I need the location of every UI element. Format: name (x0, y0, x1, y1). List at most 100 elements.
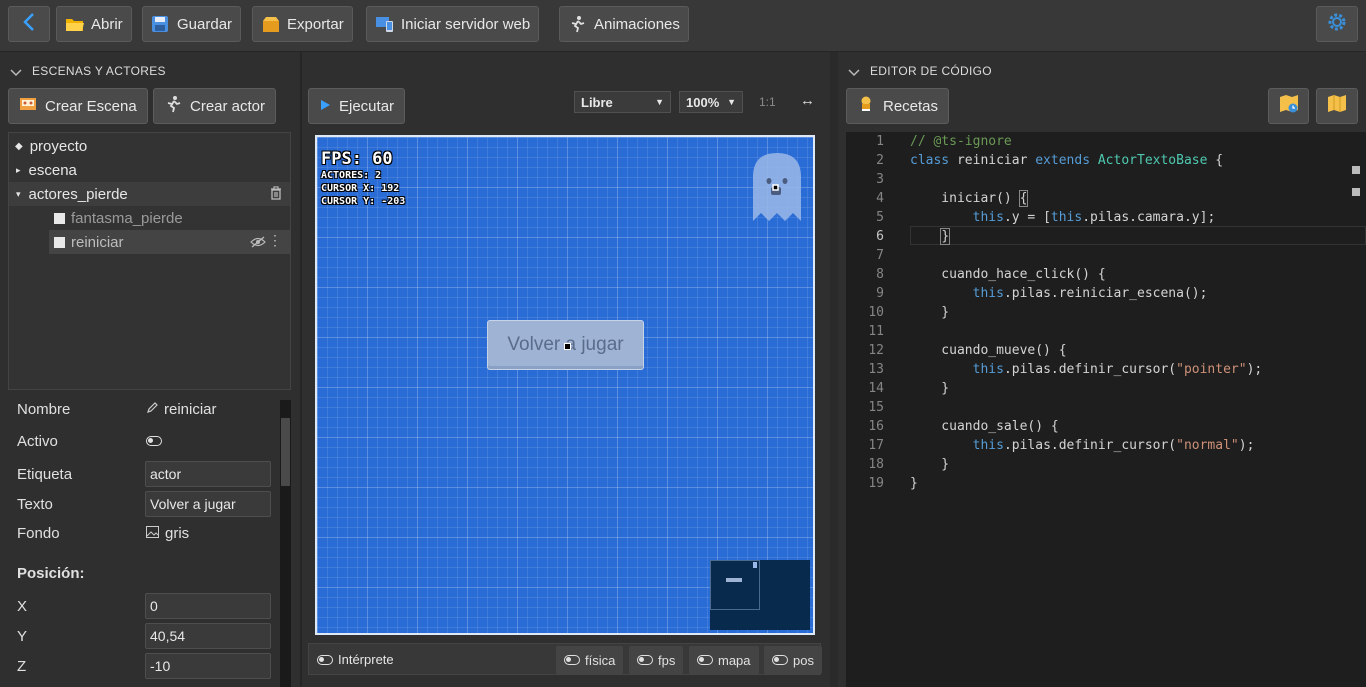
ejecutar-button[interactable]: Ejecutar (308, 88, 406, 124)
toggle-icon (637, 655, 653, 665)
pos-toggle[interactable]: pos (764, 646, 822, 674)
code-line: 9 this.pilas.reiniciar_escena(); (876, 286, 1208, 301)
map-icon (1327, 94, 1347, 118)
x-input[interactable]: 0 (145, 593, 271, 619)
zoom-select[interactable]: 100% ▼ (679, 91, 743, 113)
mapa-toggle[interactable]: mapa (689, 646, 759, 674)
ratio-label[interactable]: 1:1 (759, 95, 776, 109)
cursor-x-readout: CURSOR X: 192 (321, 183, 400, 194)
kebab-menu-icon[interactable]: ⋮ (268, 232, 282, 249)
exportar-button[interactable]: Exportar (252, 6, 353, 42)
tree-item-label: fantasma_pierde (71, 209, 183, 227)
expand-horizontal-icon[interactable]: ↔ (800, 92, 815, 109)
code-line: 7 (876, 248, 884, 263)
checkbox-icon[interactable] (54, 212, 65, 224)
code-line: 8 cuando_hace_click() { (876, 267, 1106, 282)
fps-readout: FPS: 60 (321, 149, 393, 169)
actor-figure-icon (164, 95, 182, 117)
interprete-label: Intérprete (338, 652, 394, 667)
devices-icon (375, 15, 395, 33)
exportar-label: Exportar (287, 15, 344, 33)
image-icon (146, 525, 159, 542)
code-panel-title: EDITOR DE CÓDIGO (870, 64, 992, 78)
back-button[interactable] (8, 6, 50, 42)
volver-a-jugar-actor[interactable]: Volver a jugar (487, 320, 644, 370)
code-line: 1// @ts-ignore (876, 134, 1012, 149)
map-clock-icon (1279, 94, 1299, 118)
ejecutar-label: Ejecutar (339, 97, 395, 115)
settings-button[interactable] (1316, 6, 1358, 42)
checkbox-icon[interactable] (54, 236, 65, 248)
map-button[interactable] (1316, 88, 1358, 124)
gear-icon (1326, 11, 1348, 37)
code-line: 16 cuando_sale() { (868, 419, 1059, 434)
minimap[interactable] (710, 560, 810, 630)
abrir-label: Abrir (91, 15, 123, 33)
tree-item-actores-pierde[interactable]: ▾ actores_pierde (9, 182, 290, 206)
mapa-label: mapa (718, 652, 751, 668)
right-divider[interactable] (830, 52, 838, 687)
etiqueta-input[interactable]: actor (145, 461, 271, 487)
left-divider[interactable] (300, 52, 302, 687)
mode-select-value: Libre (581, 94, 613, 110)
code-editor[interactable]: 1// @ts-ignore 2 class reiniciar extends … (846, 132, 1366, 687)
code-line: 14 } (868, 381, 950, 396)
tree-item-escena[interactable]: ▸ escena (9, 158, 290, 182)
animaciones-button[interactable]: Animaciones (559, 6, 689, 42)
game-canvas[interactable]: FPS: 60 ACTORES: 2 CURSOR X: 192 CURSOR … (315, 135, 815, 635)
crear-escena-button[interactable]: Crear Escena (8, 88, 148, 124)
eye-slash-icon[interactable] (250, 235, 266, 252)
canvas-grid-major (317, 137, 813, 633)
tree-item-reiniciar[interactable]: reiniciar ⋮ (49, 230, 290, 254)
nombre-value[interactable]: reiniciar (146, 401, 217, 418)
interprete-toggle[interactable]: Intérprete (317, 652, 394, 667)
abrir-button[interactable]: Abrir (56, 6, 132, 42)
code-line: 3 (876, 172, 884, 187)
caret-down-icon: ▼ (655, 97, 664, 107)
pencil-icon (146, 401, 158, 418)
folder-open-icon (65, 15, 85, 33)
nombre-label: Nombre (17, 401, 71, 418)
code-panel-header[interactable]: EDITOR DE CÓDIGO (838, 53, 1366, 89)
guardar-button[interactable]: Guardar (142, 6, 242, 42)
tree-item-label: proyecto (29, 137, 88, 155)
recetas-label: Recetas (883, 97, 939, 115)
scenes-panel-header[interactable]: ESCENAS Y ACTORES (0, 53, 300, 89)
toggle-icon (146, 436, 162, 446)
iniciar-servidor-button[interactable]: Iniciar servidor web (366, 6, 540, 42)
tree-item-proyecto[interactable]: ◆ proyecto (9, 134, 290, 158)
crear-actor-button[interactable]: Crear actor (153, 88, 277, 124)
caret-right-icon: ▸ (16, 164, 21, 175)
texto-input[interactable]: Volver a jugar (145, 491, 271, 517)
recetas-button[interactable]: Recetas (846, 88, 950, 124)
tree-item-label: actores_pierde (28, 185, 128, 203)
properties-scrollbar[interactable] (280, 400, 291, 687)
etiqueta-label: Etiqueta (17, 466, 73, 483)
pos-label: pos (793, 652, 814, 668)
play-icon (319, 98, 331, 115)
fps-toggle[interactable]: fps (629, 646, 684, 674)
fisica-toggle[interactable]: física (556, 646, 624, 674)
code-line: 19} (868, 476, 918, 491)
tree-item-fantasma-pierde[interactable]: fantasma_pierde (9, 206, 290, 230)
code-line: 17 this.pilas.definir_cursor("normal"); (868, 438, 1255, 453)
scrollbar-thumb[interactable] (281, 418, 290, 486)
caret-down-icon: ▾ (16, 188, 21, 199)
trash-icon[interactable] (270, 186, 282, 204)
ghost-actor[interactable] (751, 151, 803, 228)
code-line: 4 iniciar() { (876, 190, 1029, 207)
mode-select[interactable]: Libre ▼ (574, 91, 671, 113)
y-input[interactable]: 40,54 (145, 623, 271, 649)
toggle-icon (564, 655, 580, 665)
minimap-ghost-marker (753, 562, 757, 568)
z-input[interactable]: -10 (145, 653, 271, 679)
code-line: 5 this.y = [this.pilas.camara.y]; (876, 210, 1216, 225)
overview-ruler-marker (1352, 166, 1360, 174)
map-history-button[interactable] (1268, 88, 1309, 124)
fisica-label: física (585, 652, 616, 668)
code-line: 13 this.pilas.definir_cursor("pointer"); (868, 362, 1263, 377)
activo-toggle[interactable] (146, 436, 162, 446)
canvas-bottom-bar: Intérprete física fps mapa pos (308, 643, 822, 675)
posicion-heading: Posición: (17, 565, 85, 582)
fondo-value[interactable]: gris (146, 525, 189, 542)
